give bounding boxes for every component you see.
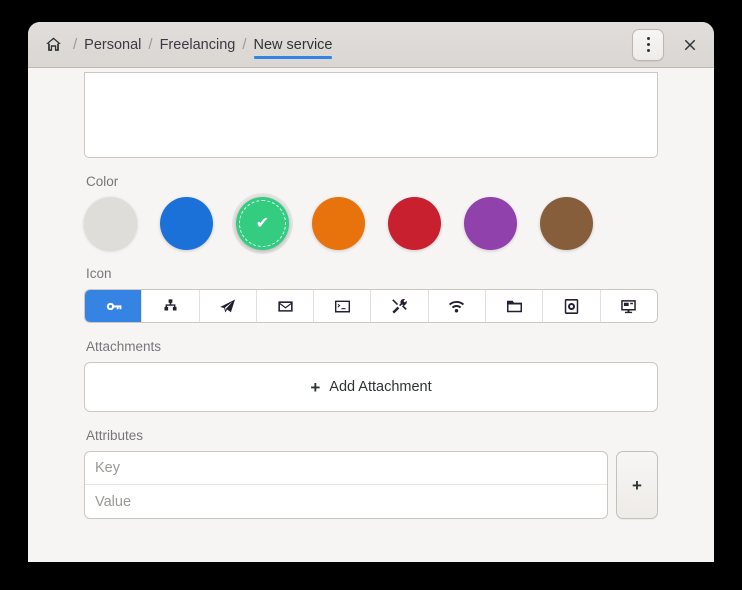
paper-plane-icon[interactable]	[199, 290, 257, 322]
color-swatch-green[interactable]: ✔	[236, 197, 289, 250]
color-swatch-orange[interactable]	[312, 197, 365, 250]
terminal-icon[interactable]	[314, 290, 372, 322]
plus-icon: +	[310, 377, 321, 397]
wifi-icon[interactable]	[428, 290, 487, 322]
icon-section-label: Icon	[86, 266, 112, 281]
mail-icon[interactable]	[256, 290, 315, 322]
breadcrumb-separator-3: /	[242, 36, 247, 53]
menu-dot	[646, 37, 650, 40]
header-bar: / Personal / Freelancing / New service	[28, 22, 714, 68]
menu-dot	[646, 43, 650, 46]
breadcrumb-separator-2: /	[148, 36, 153, 53]
description-textarea[interactable]	[84, 72, 658, 158]
breadcrumb: / Personal / Freelancing / New service	[40, 22, 632, 67]
color-swatch-light[interactable]	[84, 197, 137, 250]
app-window: / Personal / Freelancing / New service C…	[28, 22, 714, 562]
remote-desktop-icon[interactable]	[600, 290, 657, 322]
check-icon: ✔	[255, 214, 270, 232]
icon-picker	[84, 289, 658, 323]
key-icon[interactable]	[85, 290, 143, 322]
overflow-menu-icon[interactable]	[632, 28, 664, 61]
breadcrumb-item-personal[interactable]: Personal	[84, 22, 141, 67]
form-content: Color ✔ Icon Attachments + Add Attachmen…	[28, 68, 714, 562]
tools-icon[interactable]	[371, 290, 429, 322]
color-swatch-row: ✔	[84, 197, 658, 250]
color-swatch-red[interactable]	[388, 197, 441, 250]
color-swatch-brown[interactable]	[540, 197, 593, 250]
home-icon[interactable]	[40, 32, 66, 58]
add-attachment-label: Add Attachment	[329, 379, 432, 395]
breadcrumb-item-new-service[interactable]: New service	[253, 22, 332, 67]
color-swatch-blue[interactable]	[160, 197, 213, 250]
folder-icon[interactable]	[486, 290, 544, 322]
add-attachment-button[interactable]: + Add Attachment	[84, 362, 658, 412]
attribute-field-group	[84, 451, 608, 519]
color-section-label: Color	[86, 174, 119, 189]
plus-icon: +	[632, 475, 642, 495]
attachments-section-label: Attachments	[86, 339, 162, 354]
menu-dot	[646, 49, 650, 52]
attributes-section-label: Attributes	[86, 428, 144, 443]
color-swatch-purple[interactable]	[464, 197, 517, 250]
attribute-value-input[interactable]	[85, 485, 607, 518]
attribute-key-input[interactable]	[85, 452, 607, 485]
attributes-row: +	[84, 451, 658, 519]
header-actions	[632, 28, 706, 61]
breadcrumb-item-freelancing[interactable]: Freelancing	[160, 22, 236, 67]
add-attribute-button[interactable]: +	[616, 451, 658, 519]
network-hierarchy-icon[interactable]	[142, 290, 200, 322]
breadcrumb-separator-1: /	[73, 36, 78, 53]
drive-icon[interactable]	[543, 290, 601, 322]
close-icon[interactable]	[674, 29, 706, 61]
